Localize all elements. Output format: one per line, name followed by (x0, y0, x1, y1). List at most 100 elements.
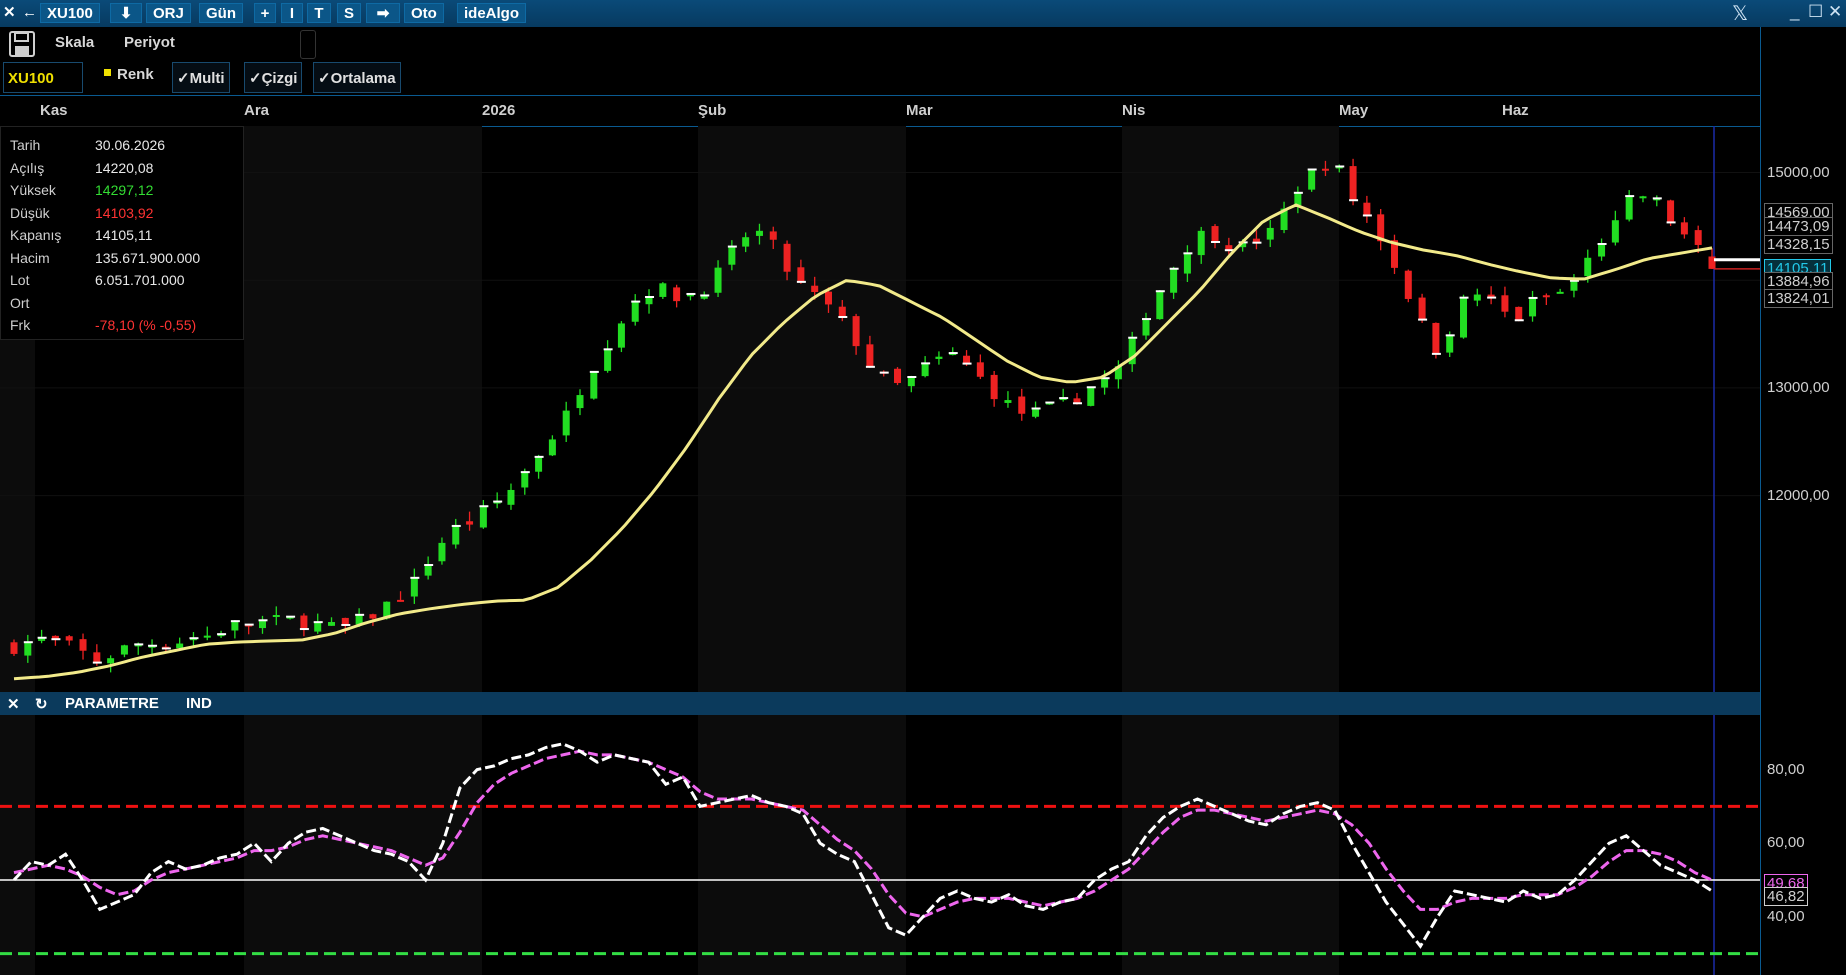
close-icon[interactable]: ✕ (3, 3, 16, 23)
info-value: 14103,92 (95, 204, 154, 221)
candle-body (1694, 230, 1702, 245)
candle-body (824, 291, 832, 305)
price-chart[interactable] (0, 126, 1760, 692)
candle-body (548, 439, 556, 456)
ind-button[interactable]: IND (186, 695, 212, 712)
month-label: Mar (906, 102, 933, 119)
candle-body (1032, 408, 1040, 417)
maximize-icon[interactable]: ☐ (1808, 2, 1823, 22)
candle-body (1556, 291, 1564, 294)
price-tick-label: 15000,00 (1767, 163, 1830, 181)
i-button[interactable]: I (281, 3, 303, 23)
candle-body (1515, 306, 1523, 321)
info-value: 14220,08 (95, 159, 154, 176)
candle-body (466, 521, 474, 525)
candle-body (963, 355, 971, 364)
candle-body (576, 395, 584, 409)
info-key: Hacim (10, 249, 50, 266)
month-label: May (1339, 102, 1369, 119)
info-key: Kapanış (10, 227, 62, 243)
plus-button[interactable]: + (254, 3, 276, 23)
candle-body (852, 316, 860, 347)
indicator-tick-label: 60,00 (1767, 834, 1805, 852)
indicator-chart[interactable] (0, 715, 1760, 975)
parameter-button[interactable]: PARAMETRE (65, 695, 159, 712)
info-value: 14297,12 (95, 182, 154, 198)
candle-body (1183, 253, 1191, 274)
candle-body (452, 525, 460, 545)
candle-body (107, 658, 115, 664)
minimize-icon[interactable]: _ (1790, 2, 1799, 22)
candle-body (562, 410, 570, 436)
date-axis: Kas Ara 2026 Şub Mar Nis May Haz (0, 96, 1760, 127)
candle-body (65, 636, 73, 641)
candle-body (10, 642, 18, 654)
forward-arrow-icon[interactable]: ➡ (366, 3, 400, 23)
candle-body (1101, 378, 1109, 388)
candle-body (1667, 200, 1675, 223)
refresh-icon[interactable]: ↻ (35, 695, 48, 713)
candle-body (341, 617, 349, 625)
download-icon[interactable]: ⬇ (110, 3, 142, 23)
window-close-icon[interactable]: ✕ (1828, 2, 1842, 22)
idealgo-button[interactable]: ideAlgo (457, 3, 526, 23)
symbol-button[interactable]: XU100 (40, 3, 100, 23)
indicator-close-icon[interactable]: ✕ (7, 695, 20, 713)
toggle-handle[interactable] (300, 30, 316, 59)
candle-body (521, 472, 529, 488)
candle-body (604, 349, 612, 371)
period-button[interactable]: Gün (199, 3, 243, 23)
candle-body (328, 622, 336, 626)
candle-body (314, 622, 322, 632)
candle-body (811, 285, 819, 292)
candle-body (120, 645, 128, 655)
save-icon[interactable] (9, 31, 35, 57)
candle-body (769, 231, 777, 240)
candle-body (1211, 226, 1219, 242)
info-value: 14105,11 (95, 227, 153, 243)
cizgi-toggle[interactable]: ✓Çizgi (244, 62, 303, 93)
candle-body (783, 243, 791, 272)
candle-body (1404, 270, 1412, 299)
multi-toggle[interactable]: ✓Multi (172, 62, 230, 93)
candle-body (590, 371, 598, 399)
month-label: Kas (40, 102, 68, 119)
candle-body (1680, 222, 1688, 235)
skala-button[interactable]: Skala (55, 34, 94, 51)
title-bar: ✕ ← XU100 ⬇ ORJ Gün + I T S ➡ Oto ideAlg… (0, 0, 1846, 28)
candle-body (907, 377, 915, 387)
back-arrow-icon[interactable]: ← (22, 3, 37, 23)
candle-body (1170, 268, 1178, 293)
detach-icon[interactable]: 𝕏 (1732, 1, 1748, 26)
indicator-tick-label: 40,00 (1767, 907, 1805, 925)
candle-body (631, 301, 639, 322)
price-tag-label: 14473,09 (1764, 217, 1833, 236)
orj-button[interactable]: ORJ (146, 3, 191, 23)
t-button[interactable]: T (307, 3, 331, 23)
candle-body (1142, 319, 1150, 336)
indicator-header: ✕ ↻ PARAMETRE IND (0, 692, 1760, 715)
symbol-tag[interactable]: XU100 (3, 62, 83, 93)
candle-body (93, 652, 101, 663)
ohlc-info-box: Tarih 30.06.2026 Açılış 14220,08 Yüksek 14297… (0, 126, 244, 340)
month-label: Haz (1502, 102, 1529, 119)
oto-button[interactable]: Oto (404, 3, 444, 23)
periyot-button[interactable]: Periyot (124, 34, 175, 51)
candle-body (976, 362, 984, 377)
candle-body (203, 635, 211, 638)
candle-body (1156, 291, 1164, 320)
candle-body (1473, 294, 1481, 301)
renk-button[interactable]: Renk (117, 66, 154, 83)
candle-body (1598, 243, 1606, 257)
candle-body (1542, 295, 1550, 298)
candle-body (1432, 322, 1440, 354)
month-band (0, 715, 35, 975)
candle-body (1308, 169, 1316, 190)
s-button[interactable]: S (337, 3, 361, 23)
month-label: 2026 (482, 102, 516, 119)
candle-body (755, 230, 763, 236)
candle-body (258, 620, 266, 629)
info-key: Lot (10, 272, 30, 288)
candle-body (176, 643, 184, 649)
ortalama-toggle[interactable]: ✓Ortalama (313, 62, 401, 93)
